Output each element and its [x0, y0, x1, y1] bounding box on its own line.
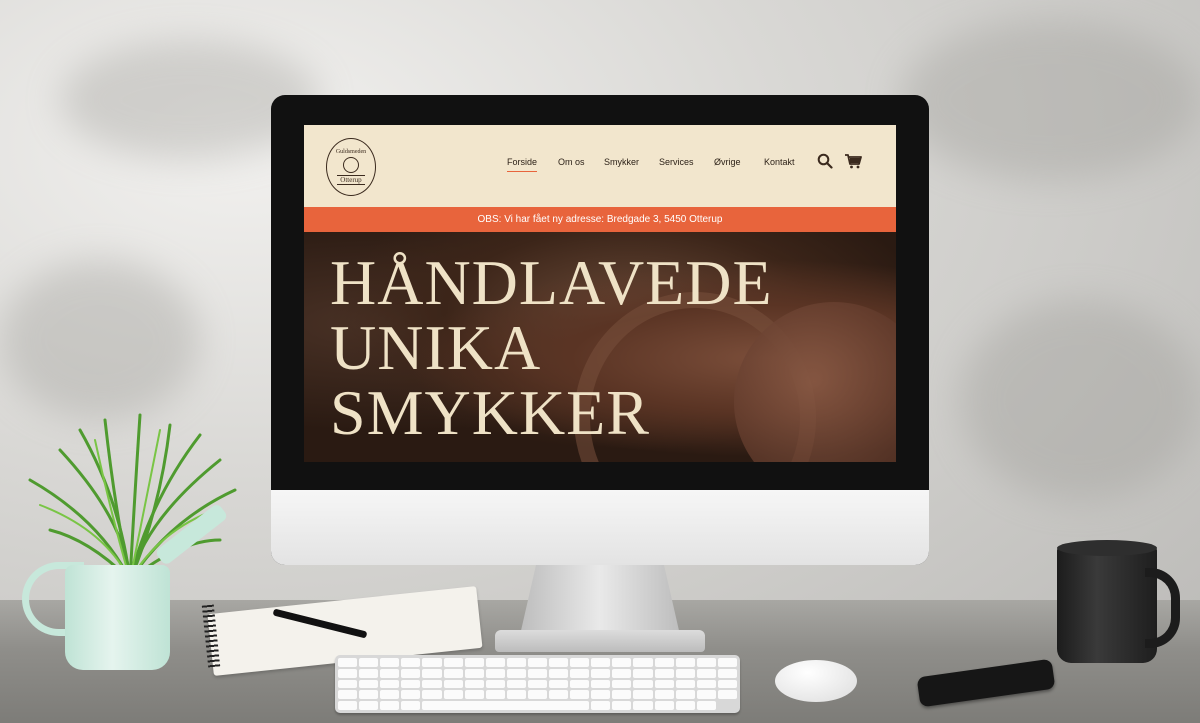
hero-title-line3: SMYKKER [330, 377, 650, 448]
website-screen: Guldsmeden Otterup Forside Om os Smykker… [304, 125, 896, 462]
logo-bottom-text: Otterup [337, 175, 365, 185]
nav-item-smykker[interactable]: Smykker [604, 155, 639, 171]
monitor-chin [271, 490, 929, 565]
coffee-mug-rim [1057, 540, 1157, 556]
nav-item-services[interactable]: Services [659, 155, 694, 171]
nav-item-forside[interactable]: Forside [507, 155, 538, 172]
wall-texture [900, 20, 1200, 180]
address-notice-banner: OBS: Vi har fået ny adresse: Bredgade 3,… [304, 207, 896, 232]
keyboard [335, 655, 740, 713]
monitor-stand [520, 565, 680, 635]
site-header: Guldsmeden Otterup Forside Om os Smykker… [304, 125, 896, 207]
wall-texture [0, 260, 200, 420]
logo-top-text: Guldsmeden [335, 149, 367, 155]
nav-item-kontakt[interactable]: Kontakt [764, 155, 795, 171]
mouse [775, 660, 857, 702]
hero-title-line2: UNIKA [330, 312, 542, 383]
cart-icon[interactable] [844, 153, 862, 169]
hero-section: HÅNDLAVEDE UNIKA SMYKKER [304, 232, 896, 462]
search-icon[interactable] [817, 153, 833, 169]
nav-item-ovrige[interactable]: Øvrige [714, 155, 741, 171]
logo[interactable]: Guldsmeden Otterup [326, 138, 376, 196]
coffee-mug [1057, 545, 1157, 663]
wall-texture [960, 300, 1200, 500]
hero-title: HÅNDLAVEDE UNIKA SMYKKER [330, 250, 773, 445]
monitor-stand-base [495, 630, 705, 652]
logo-bag-icon [343, 157, 359, 173]
watering-can-pot [65, 565, 170, 670]
nav-item-om-os[interactable]: Om os [558, 155, 585, 171]
hero-title-line1: HÅNDLAVEDE [330, 247, 773, 318]
plant-grass [28, 413, 237, 580]
